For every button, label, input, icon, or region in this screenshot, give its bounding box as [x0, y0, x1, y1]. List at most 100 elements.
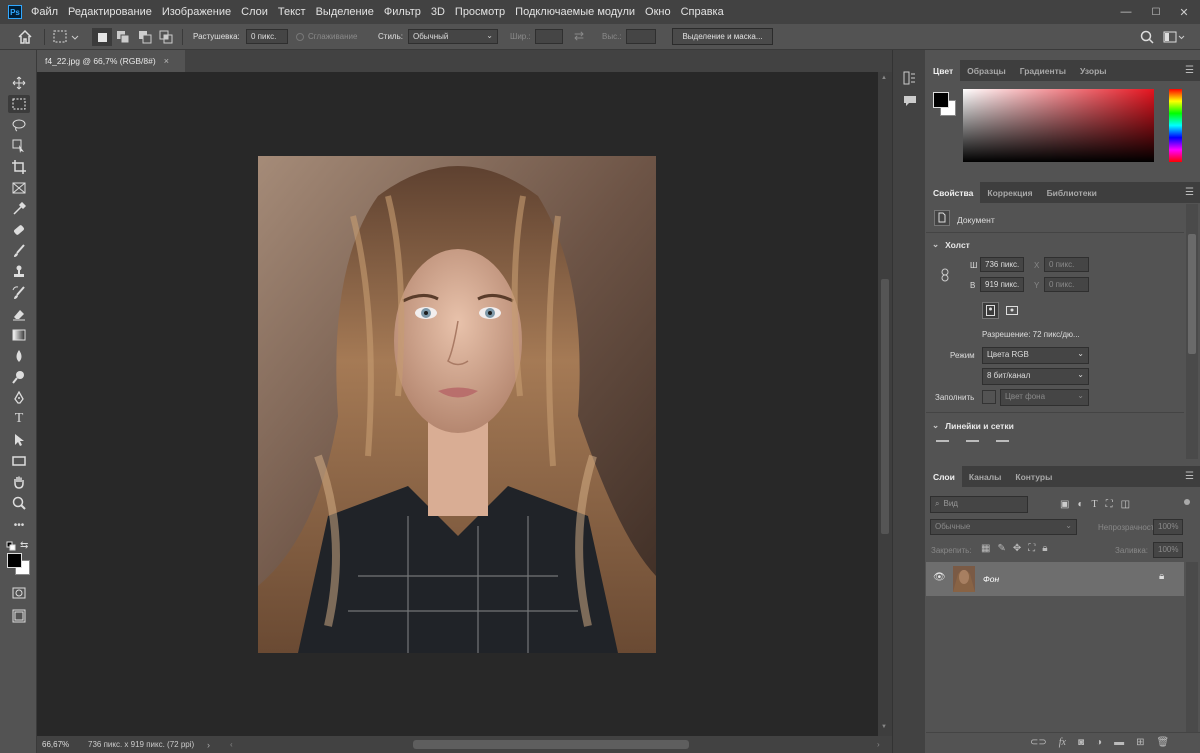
visibility-eye-icon[interactable]: 👁︎ — [933, 572, 946, 583]
color-mode-select[interactable]: Цвета RGB ⌄ — [982, 347, 1089, 364]
filter-toggle[interactable] — [1184, 499, 1190, 505]
subtract-selection-icon[interactable] — [138, 30, 152, 44]
blur-tool-icon[interactable] — [8, 347, 30, 365]
tab-color[interactable]: Цвет — [926, 60, 961, 81]
frame-tool-icon[interactable] — [8, 179, 30, 197]
photoshop-logo[interactable]: Ps — [8, 5, 22, 19]
tab-paths[interactable]: Контуры — [1008, 466, 1059, 487]
lock-transparent-icon[interactable]: ▦ — [981, 543, 990, 554]
adjustment-layer-icon[interactable]: ◑ — [1096, 737, 1102, 748]
color-panel-foreground-swatch[interactable] — [933, 92, 949, 108]
menu-window[interactable]: Окно — [645, 6, 671, 18]
tab-properties[interactable]: Свойства — [926, 182, 981, 203]
gradient-tool-icon[interactable] — [8, 326, 30, 344]
layer-name[interactable]: Фон — [983, 574, 999, 584]
type-tool-icon[interactable]: T — [8, 410, 30, 428]
height-input[interactable] — [626, 29, 656, 44]
default-colors-icon[interactable] — [6, 541, 16, 553]
panel-menu-icon[interactable]: ☰ — [1185, 60, 1194, 81]
add-mask-icon[interactable]: ◙ — [1078, 737, 1084, 748]
menu-plugins[interactable]: Подключаемые модули — [515, 6, 635, 18]
image-filter-icon[interactable]: ▣ — [1060, 499, 1069, 510]
home-icon[interactable] — [16, 28, 34, 46]
healing-brush-icon[interactable] — [8, 221, 30, 239]
lock-artboard-icon[interactable]: ⛶ — [1028, 543, 1035, 554]
foreground-color-swatch[interactable] — [7, 553, 22, 568]
menu-view[interactable]: Просмотр — [455, 6, 505, 18]
move-tool-icon[interactable] — [8, 74, 30, 92]
style-select[interactable]: Обычный ⌄ — [408, 29, 498, 44]
zoom-tool-icon[interactable] — [8, 494, 30, 512]
history-brush-icon[interactable] — [8, 284, 30, 302]
path-selection-icon[interactable] — [8, 431, 30, 449]
menu-type[interactable]: Текст — [278, 6, 306, 18]
hue-slider[interactable] — [1169, 89, 1182, 162]
quick-mask-icon[interactable] — [8, 584, 30, 602]
link-layers-icon[interactable]: ⊂⊃ — [1030, 737, 1047, 748]
menu-select[interactable]: Выделение — [316, 6, 374, 18]
eyedropper-icon[interactable] — [8, 200, 30, 218]
blend-mode-select[interactable]: Обычные ⌄ — [930, 519, 1077, 535]
canvas-width-input[interactable]: 736 пикс. — [980, 257, 1024, 272]
tab-layers[interactable]: Слои — [926, 466, 962, 487]
properties-scroll-thumb[interactable] — [1188, 234, 1196, 354]
menu-file[interactable]: Файл — [31, 6, 58, 18]
eraser-icon[interactable] — [8, 305, 30, 323]
zoom-level[interactable]: 66,67% — [42, 740, 69, 749]
tab-adjustments[interactable]: Коррекция — [980, 182, 1039, 203]
tab-gradients[interactable]: Градиенты — [1013, 60, 1073, 81]
delete-layer-icon[interactable]: 🗑︎ — [1156, 737, 1169, 748]
tab-patterns[interactable]: Узоры — [1073, 60, 1114, 81]
adjustment-filter-icon[interactable]: ◐ — [1077, 499, 1083, 510]
vertical-scroll-thumb[interactable] — [881, 279, 889, 534]
link-dimensions-icon[interactable] — [940, 268, 950, 284]
shape-filter-icon[interactable]: ⛶ — [1106, 499, 1113, 510]
canvas-area[interactable] — [37, 72, 878, 736]
add-selection-icon[interactable] — [116, 30, 130, 44]
canvas-section[interactable]: ⌄ Холст — [932, 239, 970, 250]
document-tab[interactable]: f4_22.jpg @ 66,7% (RGB/8#) × — [37, 50, 185, 72]
marquee-preset-icon[interactable] — [53, 29, 79, 45]
dodge-tool-icon[interactable] — [8, 368, 30, 386]
canvas-y-input[interactable]: 0 пикс. — [1044, 277, 1089, 292]
swap-icon[interactable]: ⇄ — [574, 29, 584, 43]
scroll-down-icon[interactable]: ▼ — [881, 724, 887, 730]
lock-all-icon[interactable]: 🔒︎ — [1042, 543, 1047, 554]
fill-input[interactable]: 100% — [1153, 542, 1183, 558]
properties-scrollbar[interactable] — [1186, 204, 1198, 459]
portrait-orientation-icon[interactable] — [982, 302, 999, 319]
scroll-right-icon[interactable]: › — [877, 740, 880, 749]
scroll-left-icon[interactable]: ‹ — [230, 740, 233, 749]
tab-swatches[interactable]: Образцы — [960, 60, 1013, 81]
marquee-tool-icon[interactable] — [8, 95, 30, 113]
layer-style-icon[interactable]: fx — [1059, 737, 1066, 748]
lock-pixels-icon[interactable]: ✎ — [997, 543, 1005, 554]
bit-depth-select[interactable]: 8 бит/канал ⌄ — [982, 368, 1089, 385]
tab-libraries[interactable]: Библиотеки — [1040, 182, 1104, 203]
landscape-orientation-icon[interactable] — [1003, 302, 1020, 319]
close-tab-icon[interactable]: × — [164, 56, 169, 66]
swap-colors-icon[interactable]: ⇆ — [20, 540, 28, 551]
close-window-button[interactable]: ✕ — [1170, 0, 1198, 24]
more-tools-icon[interactable]: ••• — [8, 516, 30, 534]
clone-stamp-icon[interactable] — [8, 263, 30, 281]
panel-menu-icon[interactable]: ☰ — [1185, 182, 1194, 203]
hand-tool-icon[interactable] — [8, 473, 30, 491]
fill-select[interactable]: Цвет фона ⌄ — [1000, 389, 1089, 406]
feather-input[interactable]: 0 пикс. — [246, 29, 288, 44]
status-arrow-icon[interactable]: › — [207, 740, 210, 750]
screen-mode-icon[interactable] — [8, 607, 30, 625]
menu-filter[interactable]: Фильтр — [384, 6, 421, 18]
menu-help[interactable]: Справка — [681, 6, 724, 18]
antialias-checkbox[interactable] — [296, 33, 304, 41]
type-filter-icon[interactable]: T — [1092, 499, 1098, 510]
object-selection-icon[interactable] — [8, 137, 30, 155]
history-panel-icon[interactable] — [903, 71, 917, 87]
layer-filter-input[interactable]: ⌕ Вид — [930, 496, 1028, 513]
fill-color-swatch[interactable] — [982, 390, 996, 404]
smart-object-filter-icon[interactable]: ◫ — [1121, 499, 1130, 510]
canvas-x-input[interactable]: 0 пикс. — [1044, 257, 1089, 272]
intersect-selection-icon[interactable] — [159, 30, 173, 44]
menu-3d[interactable]: 3D — [431, 6, 445, 18]
vertical-scrollbar[interactable]: ▲ ▼ — [878, 72, 892, 736]
